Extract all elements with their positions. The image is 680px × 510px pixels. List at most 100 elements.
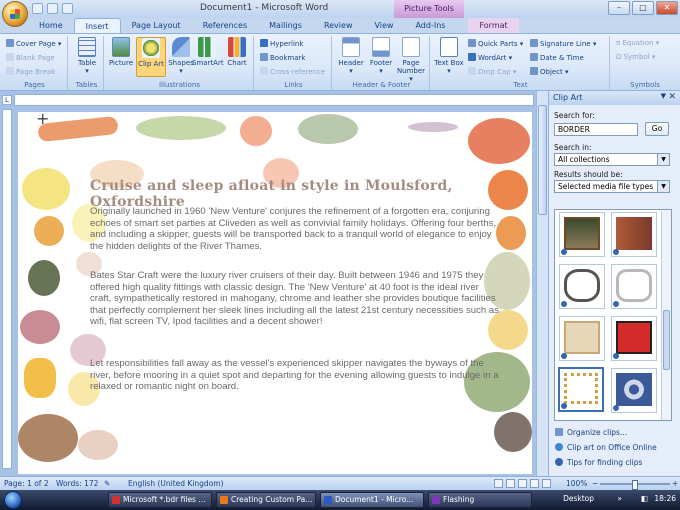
- document-page[interactable]: + Cruise and sleep afloat in style in Mo…: [18, 112, 532, 474]
- go-button[interactable]: Go: [645, 122, 669, 136]
- word-count[interactable]: Words: 172: [56, 479, 98, 488]
- tab-mailings[interactable]: Mailings: [258, 18, 313, 34]
- taskbar-item-document1[interactable]: Document1 - Micro...: [320, 492, 424, 508]
- tab-view[interactable]: View: [363, 18, 404, 34]
- cover-page-button[interactable]: Cover Page ▾: [6, 39, 61, 48]
- tab-page-layout[interactable]: Page Layout: [121, 18, 192, 34]
- quick-parts-icon: [468, 39, 476, 47]
- tab-format[interactable]: Format: [468, 18, 519, 34]
- organize-clips-link[interactable]: Organize clips...: [555, 428, 627, 437]
- tips-link[interactable]: Tips for finding clips: [555, 458, 642, 467]
- clip-result[interactable]: [559, 264, 605, 309]
- table-button[interactable]: Table ▾: [72, 37, 102, 75]
- search-in-select[interactable]: All collections: [554, 153, 670, 166]
- hyperlink-button[interactable]: Hyperlink: [260, 39, 303, 48]
- desktop-toolbar[interactable]: Desktop: [563, 494, 594, 503]
- close-button[interactable]: ✕: [656, 1, 678, 15]
- media-types-select[interactable]: Selected media file types: [554, 180, 670, 193]
- paragraph-2[interactable]: Bates Star Craft were the luxury river c…: [90, 270, 500, 328]
- search-input[interactable]: BORDER: [554, 123, 638, 136]
- results-scrollbar[interactable]: [661, 210, 671, 420]
- wordart-icon: [468, 53, 476, 61]
- footer-button[interactable]: Footer ▾: [366, 37, 396, 75]
- chart-button[interactable]: Chart: [222, 37, 252, 67]
- ribbon: Cover Page ▾ Blank Page Page Break Pages…: [0, 33, 680, 91]
- web-layout-icon[interactable]: [518, 479, 527, 488]
- signature-line-button[interactable]: Signature Line ▾: [530, 39, 596, 48]
- tray-double-chevron-icon[interactable]: »: [617, 494, 622, 503]
- smartart-button[interactable]: SmartArt: [192, 37, 224, 67]
- outline-icon[interactable]: [530, 479, 539, 488]
- chart-icon: [228, 37, 246, 57]
- spelling-check-icon[interactable]: ✎: [104, 479, 110, 488]
- results-scroll-thumb[interactable]: [663, 310, 670, 370]
- zoom-out-icon[interactable]: −: [592, 479, 598, 488]
- clip-result[interactable]: [611, 212, 657, 257]
- quick-parts-button[interactable]: Quick Parts ▾: [468, 39, 523, 48]
- language-indicator[interactable]: English (United Kingdom): [128, 479, 224, 488]
- tab-home[interactable]: Home: [28, 18, 74, 34]
- cross-reference-button[interactable]: Cross-reference: [260, 67, 325, 76]
- clip-result-selected[interactable]: [558, 367, 604, 412]
- maximize-button[interactable]: □: [632, 1, 654, 15]
- pane-close-icon[interactable]: ✕: [668, 92, 676, 102]
- taskbar-item-bdr-files[interactable]: Microsoft *.bdr files ...: [108, 492, 212, 508]
- vertical-scrollbar[interactable]: [536, 91, 548, 476]
- tab-add-ins[interactable]: Add-Ins: [404, 18, 456, 34]
- clock[interactable]: 18:26: [654, 494, 676, 503]
- equation-button[interactable]: π Equation ▾: [616, 39, 659, 47]
- object-button[interactable]: Object ▾: [530, 67, 569, 76]
- bookmark-button[interactable]: Bookmark: [260, 53, 305, 62]
- group-label-pages: Pages: [24, 81, 45, 89]
- vertical-ruler[interactable]: [2, 109, 12, 469]
- paragraph-1[interactable]: Originally launched in 1960 'New Venture…: [90, 206, 500, 252]
- header-button[interactable]: Header ▾: [336, 37, 366, 75]
- text-box-button[interactable]: Text Box ▾: [434, 37, 464, 75]
- clip-art-online-link[interactable]: Clip art on Office Online: [555, 443, 657, 452]
- blank-page-button[interactable]: Blank Page: [6, 53, 55, 62]
- page-break-button[interactable]: Page Break: [6, 67, 55, 76]
- clip-art-icon: [142, 38, 160, 58]
- page-count[interactable]: Page: 1 of 2: [4, 479, 49, 488]
- drop-cap-button[interactable]: Drop Cap ▾: [468, 67, 516, 76]
- zoom-in-icon[interactable]: +: [672, 479, 678, 488]
- minimize-button[interactable]: –: [608, 1, 630, 15]
- network-icon[interactable]: ◧: [641, 494, 648, 503]
- taskbar-item-flashing[interactable]: Flashing: [428, 492, 532, 508]
- scroll-thumb[interactable]: [538, 105, 547, 215]
- clip-result[interactable]: [559, 212, 605, 257]
- tab-review[interactable]: Review: [313, 18, 364, 34]
- results-should-be-label: Results should be:: [554, 170, 623, 179]
- clip-result[interactable]: [559, 316, 605, 361]
- draft-icon[interactable]: [542, 479, 551, 488]
- tab-insert[interactable]: Insert: [73, 18, 121, 34]
- horizontal-ruler[interactable]: [14, 94, 534, 106]
- zoom-slider[interactable]: [600, 480, 670, 490]
- office-button[interactable]: [2, 1, 28, 27]
- save-icon[interactable]: [32, 3, 43, 14]
- undo-icon[interactable]: [47, 3, 58, 14]
- wordart-button[interactable]: WordArt ▾: [468, 53, 512, 62]
- clip-art-button[interactable]: Clip Art: [136, 37, 166, 77]
- page-number-button[interactable]: Page Number ▾: [396, 37, 426, 83]
- date-time-button[interactable]: Date & Time: [530, 53, 584, 62]
- picture-button[interactable]: Picture: [106, 37, 136, 67]
- start-button[interactable]: [4, 491, 22, 509]
- ribbon-tabs: Home Insert Page Layout References Maili…: [28, 18, 519, 34]
- lavender-image: [408, 122, 458, 132]
- tab-selector[interactable]: L: [2, 95, 12, 105]
- clip-result[interactable]: [611, 368, 657, 413]
- blue-pattern-clip-icon: [616, 373, 652, 406]
- tab-references[interactable]: References: [192, 18, 258, 34]
- zoom-level[interactable]: 100%: [566, 479, 587, 488]
- clip-result[interactable]: [611, 316, 657, 361]
- clip-result[interactable]: [611, 264, 657, 309]
- print-layout-icon[interactable]: [494, 479, 503, 488]
- pane-options-icon[interactable]: ▼: [661, 92, 666, 100]
- full-screen-icon[interactable]: [506, 479, 515, 488]
- symbol-button[interactable]: Ω Symbol ▾: [616, 53, 655, 61]
- redo-icon[interactable]: [62, 3, 73, 14]
- paragraph-3[interactable]: Let responsibilities fall away as the ve…: [90, 358, 500, 393]
- silver-frame-clip-icon: [616, 269, 652, 302]
- taskbar-item-creating-custom[interactable]: Creating Custom Pa...: [216, 492, 316, 508]
